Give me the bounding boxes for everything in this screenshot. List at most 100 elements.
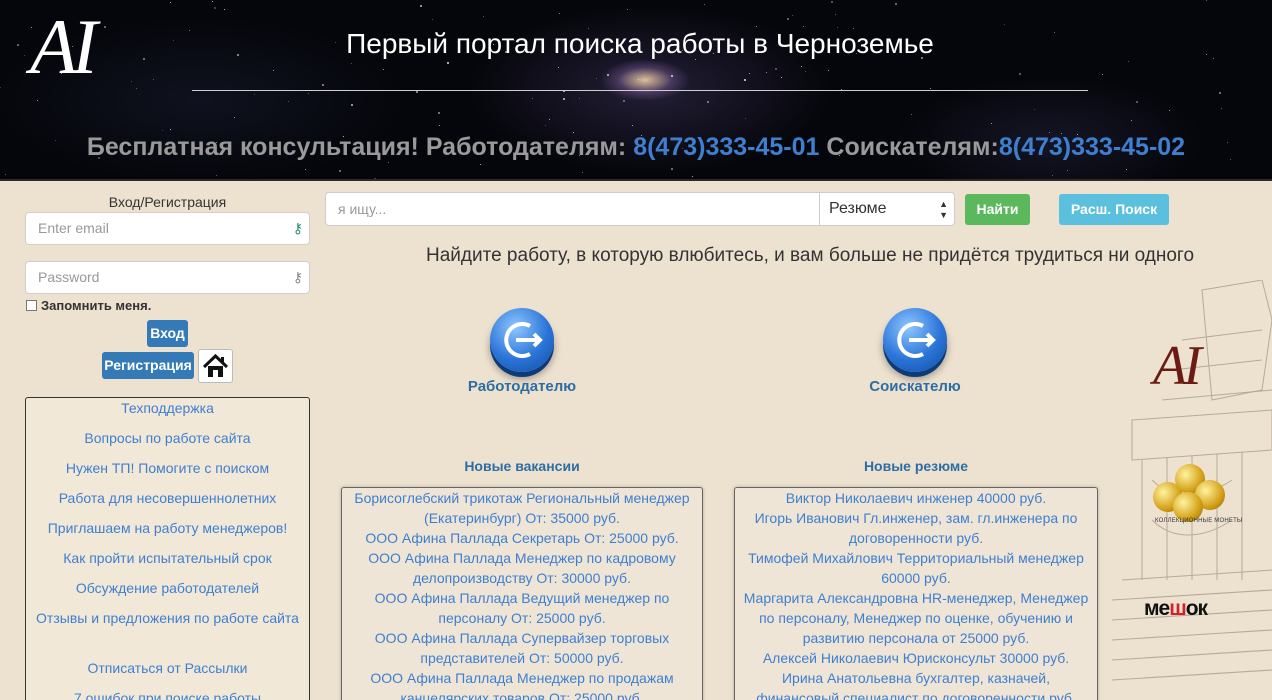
star <box>792 15 794 17</box>
star <box>670 75 673 78</box>
star <box>1004 24 1005 26</box>
star <box>549 119 551 121</box>
title-divider <box>192 90 1088 91</box>
star <box>781 76 783 78</box>
employer-link[interactable]: Работодателю <box>442 378 602 395</box>
star <box>637 79 639 81</box>
seeker-phone[interactable]: 8(473)333-45-02 <box>999 133 1185 161</box>
star <box>273 70 275 72</box>
select-arrows-icon: ▲ ▼ <box>939 199 948 220</box>
sidebar-link-help-search[interactable]: Нужен ТП! Помогите с поиском <box>26 458 309 488</box>
search-input[interactable]: я ищу... <box>325 192 820 226</box>
star <box>894 2 897 5</box>
star <box>254 93 256 95</box>
seeker-arrow-icon[interactable] <box>883 308 947 372</box>
search-type-select[interactable]: Резюме ▲ ▼ <box>819 192 955 226</box>
vacancy-item[interactable]: ООО Афина Паллада Менеджер по кадровому … <box>342 548 702 588</box>
site-logo[interactable]: AI <box>30 8 98 86</box>
seeker-link[interactable]: Соискателю <box>835 378 995 395</box>
star <box>131 80 133 82</box>
sidebar-link-employer-discussion[interactable]: Обсуждение работодателей <box>26 578 309 608</box>
sidebar-link-unsubscribe[interactable]: Отписаться от Рассылки <box>26 658 309 688</box>
sidebar-link-site-questions[interactable]: Вопросы по работе сайта <box>26 428 309 458</box>
sidebar-link-mistakes[interactable]: 7 ошибок при поиске работы <box>26 688 309 700</box>
login-button[interactable]: Вход <box>147 320 188 347</box>
resume-item[interactable]: Тимофей Михайлович Территориальный менед… <box>735 548 1097 588</box>
star <box>744 117 746 119</box>
star <box>1205 54 1207 56</box>
star <box>559 13 561 15</box>
find-button[interactable]: Найти <box>965 194 1030 225</box>
star <box>382 68 384 70</box>
star <box>1213 57 1215 59</box>
star <box>431 18 433 20</box>
vacancy-item[interactable]: ООО Афина Паллада Секретарь От: 25000 ру… <box>342 528 702 548</box>
resume-item[interactable]: Маргарита Александровна HR-менеджер, Мен… <box>735 588 1097 648</box>
star <box>373 177 376 179</box>
star <box>0 86 2 88</box>
meshok-logo[interactable]: мешок <box>1144 597 1208 621</box>
star <box>558 67 560 69</box>
vacancy-item[interactable]: ООО Афина Паллада Менеджер по продажам к… <box>342 668 702 700</box>
home-button[interactable] <box>198 349 233 383</box>
sidebar-link-probation[interactable]: Как пройти испытательный срок <box>26 548 309 578</box>
partner-logo-ai[interactable]: AI <box>1153 338 1202 394</box>
star <box>1052 175 1054 177</box>
star <box>416 90 419 93</box>
star <box>544 124 546 126</box>
star <box>1019 73 1022 76</box>
star <box>1218 91 1221 94</box>
advanced-search-button[interactable]: Расш. Поиск <box>1059 194 1169 225</box>
meshok-text-left: ме <box>1144 597 1170 620</box>
star <box>153 79 155 81</box>
password-field[interactable]: Password ⚷ <box>25 261 310 294</box>
star <box>834 13 836 15</box>
remember-label: Запомнить меня. <box>41 298 152 313</box>
star <box>765 71 767 73</box>
star <box>103 25 106 28</box>
star <box>350 62 352 64</box>
remember-checkbox[interactable] <box>26 300 37 311</box>
site-title: Первый портал поиска работы в Черноземье <box>346 28 934 59</box>
star <box>1101 73 1103 75</box>
resume-item[interactable]: Виктор Николаевич инженер 40000 руб. <box>735 488 1097 508</box>
sidebar-link-support[interactable]: Техподдержка <box>26 398 309 428</box>
seeker-label: Соискателям: <box>826 133 999 161</box>
employer-arrow-icon[interactable] <box>490 308 554 372</box>
resume-item[interactable]: Ирина Анатольевна бухгалтер, казначей, ф… <box>735 668 1097 700</box>
star <box>828 69 830 71</box>
star <box>692 176 694 178</box>
star <box>233 117 235 119</box>
sidebar-link-minors[interactable]: Работа для несовершеннолетних <box>26 488 309 518</box>
star <box>631 125 633 127</box>
star <box>1135 101 1138 104</box>
employer-phone[interactable]: 8(473)333-45-01 <box>633 133 819 161</box>
resume-item[interactable]: Игорь Иванович Гл.инженер, зам. гл.инжен… <box>735 508 1097 548</box>
star <box>774 68 777 71</box>
vacancy-item[interactable]: ООО Афина Паллада Ведущий менеджер по пе… <box>342 588 702 628</box>
star <box>1128 61 1130 63</box>
resumes-list: Виктор Николаевич инженер 40000 руб. Иго… <box>734 487 1098 700</box>
star <box>24 55 26 57</box>
tagline: Найдите работу, в которую влюбитесь, и в… <box>426 245 1195 266</box>
star <box>607 73 610 76</box>
star <box>17 43 20 46</box>
vacancies-list: Борисоглебский трикотаж Региональный мен… <box>341 487 703 700</box>
star <box>930 87 932 89</box>
star <box>4 174 6 176</box>
resumes-title: Новые резюме <box>863 458 969 474</box>
star <box>214 6 217 9</box>
vacancy-item[interactable]: ООО Афина Паллада Супервайзер торговых п… <box>342 628 702 668</box>
resume-item[interactable]: Алексей Николаевич Юрисконсульт 30000 ру… <box>735 648 1097 668</box>
vacancy-item[interactable]: Борисоглебский трикотаж Региональный мен… <box>342 488 702 528</box>
star <box>212 0 214 2</box>
star <box>627 9 629 11</box>
consultation-line: Бесплатная консультация! Работодателям: … <box>0 133 1272 162</box>
sidebar-link-managers[interactable]: Приглашаем на работу менеджеров! <box>26 518 309 548</box>
email-field[interactable]: Enter email ⚷ <box>25 212 310 245</box>
remember-me[interactable]: Запомнить меня. <box>26 298 151 313</box>
sidebar-link-feedback[interactable]: Отзывы и предложения по работе сайта <box>26 608 309 658</box>
header-banner: AI Первый портал поиска работы в Чернозе… <box>0 0 1272 181</box>
register-button[interactable]: Регистрация <box>102 352 194 379</box>
star <box>170 128 172 130</box>
